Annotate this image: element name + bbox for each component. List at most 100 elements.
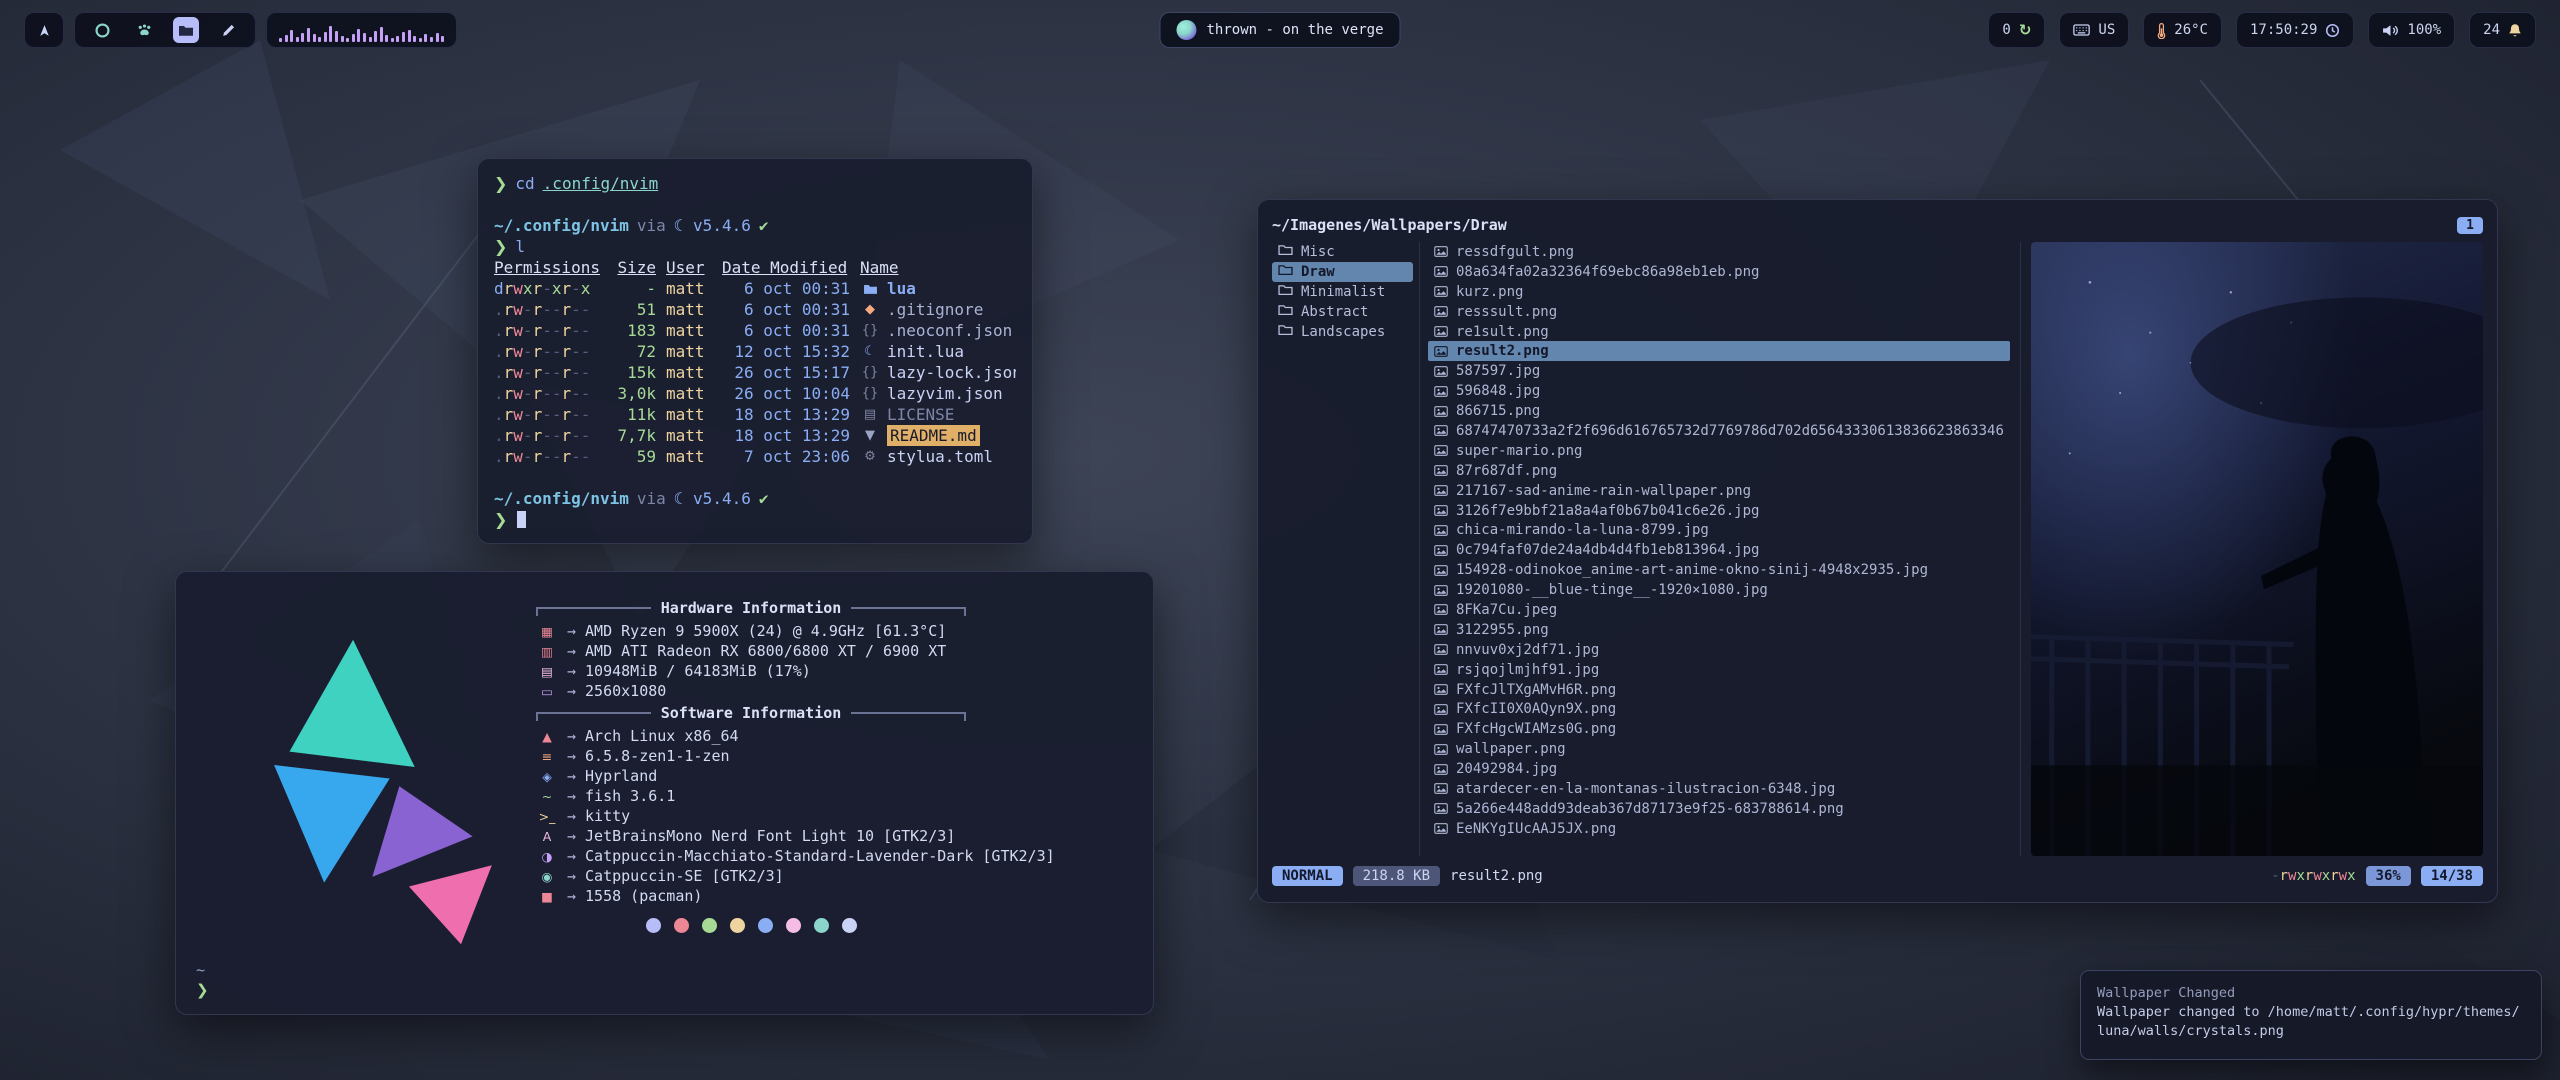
file-row[interactable]: wallpaper.png	[1428, 739, 2010, 759]
palette-dot	[646, 918, 661, 933]
file-row[interactable]: rsjqojlmjhf91.jpg	[1428, 660, 2010, 680]
file-row[interactable]: FXfcII0X0AQyn9X.png	[1428, 699, 2010, 719]
updates-module[interactable]: 0 ↻	[1988, 12, 2045, 48]
file-row[interactable]: FXfcHgcWIAMzs0G.png	[1428, 719, 2010, 739]
file-row[interactable]: 20492984.jpg	[1428, 759, 2010, 779]
file-row[interactable]: chica-mirando-la-luna-8799.jpg	[1428, 520, 2010, 540]
fetch-line: ◉→Catppuccin-SE [GTK2/3]	[536, 866, 1153, 886]
file-name: FXfcII0X0AQyn9X.png	[1456, 701, 1616, 717]
file-row[interactable]: FXfcJlTXgAMvH6R.png	[1428, 680, 2010, 700]
image-file-icon	[1434, 346, 1448, 357]
media-widget[interactable]: thrown - on the verge	[1159, 12, 1400, 48]
folder-pane: MiscDrawMinimalist Abstract Landscapes	[1272, 242, 1420, 856]
file-name: init.lua	[887, 341, 964, 362]
fastfetch-window[interactable]: Hardware Information ▦→AMD Ryzen 9 5900X…	[175, 571, 1154, 1015]
visualizer-bar	[430, 37, 433, 42]
terminal-nvim-window[interactable]: ❯cd.config/nvim ~/.config/nvimvia☾ v5.4.…	[477, 158, 1033, 544]
paw-icon[interactable]	[131, 17, 157, 43]
file-name: 68747470733a2f2f696d616765732d7769786d70…	[1456, 423, 2004, 439]
file-row[interactable]: super-mario.png	[1428, 441, 2010, 461]
file-row[interactable]: atardecer-en-la-montanas-ilustracion-634…	[1428, 779, 2010, 799]
os-icon: ▲	[536, 729, 558, 744]
file-row[interactable]: 0c794faf07de24a4db4d4fb1eb813964.jpg	[1428, 540, 2010, 560]
file-permissions: -rwxrwxrwx	[2271, 868, 2355, 884]
folder-name: Abstract	[1301, 304, 1368, 320]
git-icon: ◆	[860, 299, 880, 320]
icons-icon: ◉	[536, 869, 558, 884]
file-manager-window[interactable]: ~/Imagenes/Wallpapers/Draw 1 MiscDrawMin…	[1257, 199, 2498, 903]
top-bar: thrown - on the verge 0 ↻ US 26°C 17:50:…	[0, 10, 2560, 50]
visualizer-bar	[413, 36, 416, 42]
file-name: 5a266e448add93deab367d87173e9f25-6837886…	[1456, 801, 1844, 817]
file-row[interactable]: 5a266e448add93deab367d87173e9f25-6837886…	[1428, 799, 2010, 819]
file-name: lazyvim.json	[887, 383, 1003, 404]
visualizer-bar	[290, 30, 293, 42]
cpu-icon: ▦	[536, 624, 558, 639]
file-row[interactable]: kurz.png	[1428, 282, 2010, 302]
file-row[interactable]: nnvuv0xj2df71.jpg	[1428, 640, 2010, 660]
file-name: atardecer-en-la-montanas-ilustracion-634…	[1456, 781, 1835, 797]
file-row[interactable]: 3122955.png	[1428, 620, 2010, 640]
volume-module[interactable]: 100%	[2368, 12, 2455, 48]
tab-badge[interactable]: 1	[2457, 217, 2483, 234]
file-row[interactable]: EeNKYgIUcAAJ5JX.png	[1428, 819, 2010, 839]
distro-logo	[210, 634, 500, 952]
keyboard-layout-module[interactable]: US	[2059, 12, 2129, 48]
arrow-icon: →	[567, 622, 576, 640]
topbar-right-group: 0 ↻ US 26°C 17:50:29	[1988, 12, 2536, 48]
file-row[interactable]: 87r687df.png	[1428, 461, 2010, 481]
file-row[interactable]: ressdfgult.png	[1428, 242, 2010, 262]
file-row[interactable]: 587597.jpg	[1428, 361, 2010, 381]
fetch-prompt[interactable]: ~ ❯	[196, 960, 209, 1000]
notifications-module[interactable]: 24	[2469, 12, 2536, 48]
file-row[interactable]: resssult.png	[1428, 302, 2010, 322]
ls-row: .rw-r--r--11kmatt18 oct 13:29▤LICENSE	[494, 404, 1016, 425]
image-file-icon	[1434, 286, 1448, 297]
arrow-icon: →	[567, 682, 576, 700]
file-row[interactable]: 596848.jpg	[1428, 381, 2010, 401]
sidebar-folder[interactable]: Draw	[1272, 262, 1413, 282]
visualizer-bar	[396, 36, 399, 42]
file-row[interactable]: 3126f7e9bbf21a8a4af0b67b041c6e26.jpg	[1428, 501, 2010, 521]
browser-circle-icon[interactable]	[89, 17, 115, 43]
file-row[interactable]: re1sult.png	[1428, 322, 2010, 342]
file-row[interactable]: 866715.png	[1428, 401, 2010, 421]
file-name: .neoconf.json	[887, 320, 1012, 341]
file-row[interactable]: result2.png	[1428, 341, 2010, 361]
image-file-icon	[1434, 604, 1448, 615]
launcher-button[interactable]	[24, 12, 64, 48]
sidebar-folder[interactable]: Minimalist	[1272, 282, 1413, 302]
visualizer-bar	[301, 33, 304, 42]
lua-version-badge: ☾ v5.4.6	[674, 215, 751, 236]
image-file-icon	[1434, 326, 1448, 337]
arrow-icon: →	[567, 767, 576, 785]
palette-dot	[814, 918, 829, 933]
temperature-module[interactable]: 26°C	[2143, 12, 2222, 48]
sidebar-folder[interactable]: Landscapes	[1272, 322, 1413, 342]
sidebar-folder[interactable]: Abstract	[1272, 302, 1413, 322]
notifications-count: 24	[2483, 22, 2500, 38]
file-row[interactable]: 08a634fa02a32364f69ebc86a98eb1eb.png	[1428, 262, 2010, 282]
folder-icon	[1278, 244, 1293, 260]
file-row[interactable]: 217167-sad-anime-rain-wallpaper.png	[1428, 481, 2010, 501]
visualizer-bar	[391, 38, 394, 42]
sidebar-folder[interactable]: Misc	[1272, 242, 1413, 262]
file-row[interactable]: 8FKa7Cu.jpeg	[1428, 600, 2010, 620]
notification-popup[interactable]: Wallpaper Changed Wallpaper changed to /…	[2080, 970, 2542, 1060]
terminal-prompt[interactable]: ❯	[494, 509, 1016, 530]
file-row[interactable]: 68747470733a2f2f696d616765732d7769786d70…	[1428, 421, 2010, 441]
files-icon[interactable]	[173, 17, 199, 43]
cursor-arrow-icon	[37, 23, 52, 38]
image-file-icon	[1434, 684, 1448, 695]
fetch-value: JetBrainsMono Nerd Font Light 10 [GTK2/3…	[585, 827, 955, 845]
gear-icon: ⚙	[860, 446, 880, 467]
preview-pane	[2031, 242, 2483, 856]
file-row[interactable]: 19201080-__blue-tinge__-1920×1080.jpg	[1428, 580, 2010, 600]
edit-pencil-icon[interactable]	[215, 17, 241, 43]
file-name: 20492984.jpg	[1456, 761, 1557, 777]
file-row[interactable]: 154928-odinokoe_anime-art-anime-okno-sin…	[1428, 560, 2010, 580]
ls-row: .rw-r--r--7,7kmatt18 oct 13:29▼README.md	[494, 425, 1016, 446]
clock-module[interactable]: 17:50:29	[2236, 12, 2354, 48]
image-file-icon	[1434, 744, 1448, 755]
file-name: rsjqojlmjhf91.jpg	[1456, 662, 1599, 678]
